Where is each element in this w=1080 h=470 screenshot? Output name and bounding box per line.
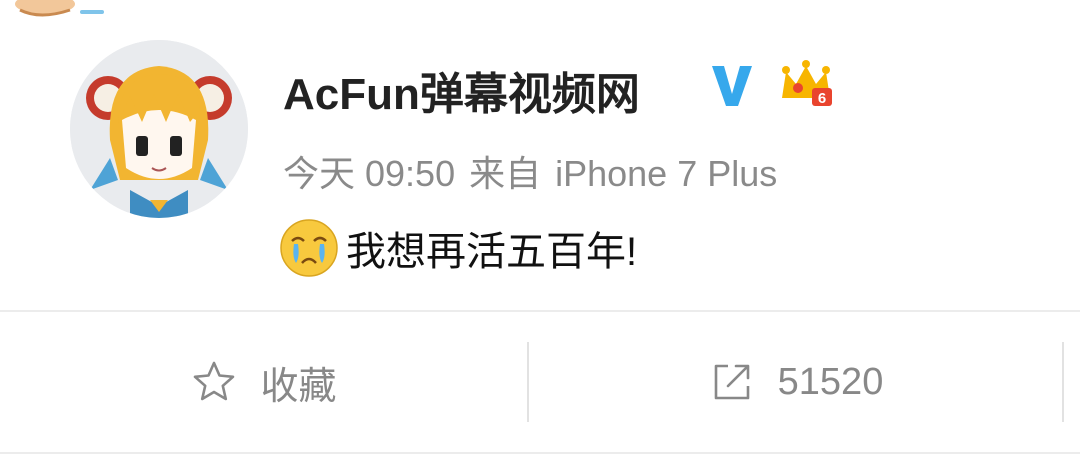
action-separator	[1062, 342, 1064, 422]
post-text: 我想再活五百年!	[346, 230, 638, 274]
share-count: 51520	[777, 360, 884, 403]
favorite-label: 收藏	[260, 365, 337, 408]
star-outline-icon	[194, 361, 235, 401]
post-meta: 今天 09:50 来自 iPhone 7 Plus	[283, 145, 777, 197]
crying-face-emoji-icon	[280, 219, 338, 277]
source-prefix: 来自	[469, 153, 542, 194]
divider	[0, 452, 1080, 454]
member-level-label: 6	[818, 90, 826, 107]
share-button[interactable]: 51520	[529, 312, 1062, 452]
avatar[interactable]	[70, 40, 248, 218]
username[interactable]: AcFun弹幕视频网	[283, 58, 640, 122]
verified-v-icon	[712, 66, 752, 106]
action-bar: 收藏 51520	[0, 312, 1080, 452]
favorite-button[interactable]: 收藏	[0, 312, 527, 452]
share-out-icon	[714, 364, 749, 400]
top-decoration-icon	[15, 0, 104, 17]
vip-crown-icon[interactable]: 6	[776, 58, 836, 112]
source-device[interactable]: iPhone 7 Plus	[555, 153, 777, 194]
post-content: 我想再活五百年!	[278, 218, 637, 278]
post-time: 今天 09:50	[283, 153, 456, 194]
acfun-mascot-avatar-icon	[70, 40, 248, 218]
